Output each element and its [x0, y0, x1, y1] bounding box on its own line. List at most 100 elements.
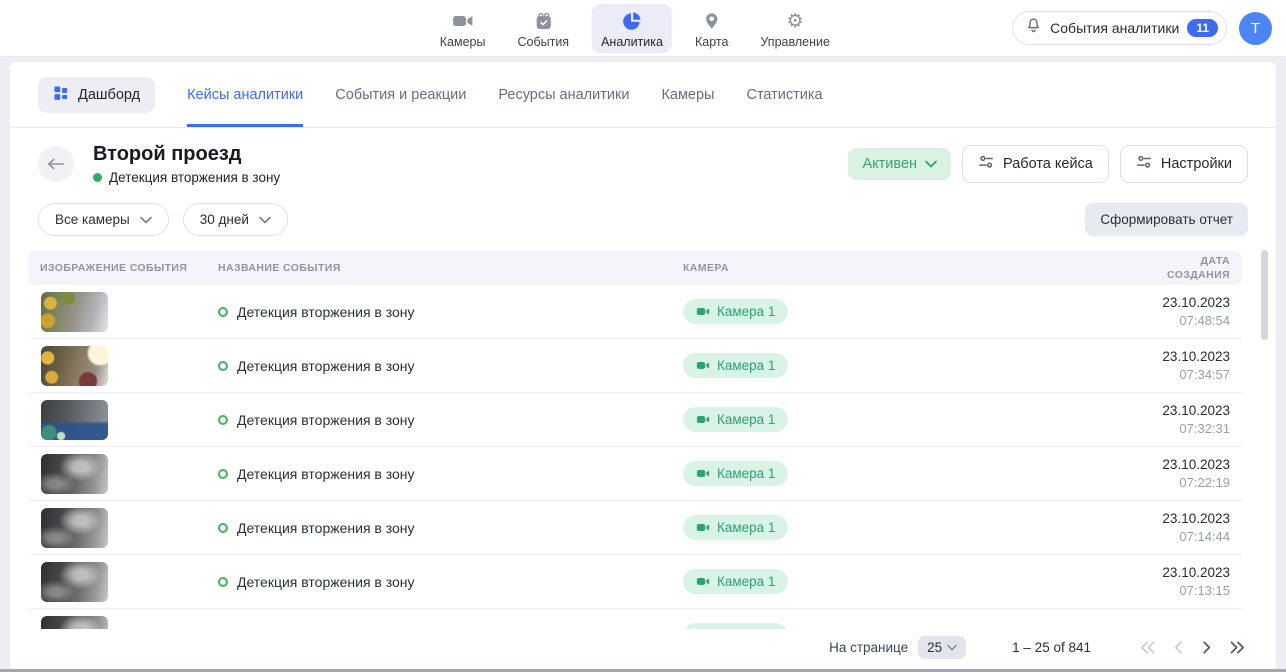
- bell-icon: [1025, 16, 1042, 40]
- topnav-item-map[interactable]: Карта: [686, 4, 737, 53]
- table-row[interactable]: Детекция вторжения в зонуКамера 123.10.2…: [28, 339, 1242, 393]
- pager-controls: [1139, 641, 1246, 654]
- camera-cell: Камера 1: [683, 353, 1140, 378]
- event-name: Детекция вторжения в зону: [237, 358, 415, 374]
- per-page-select[interactable]: 25: [918, 636, 966, 659]
- page-range-label: 1 – 25 of 841: [1012, 640, 1091, 655]
- event-name-cell: Детекция вторжения в зону: [218, 520, 683, 536]
- table-row[interactable]: Детекция вторжения в зонуКамера 123.10.2…: [28, 393, 1242, 447]
- event-thumbnail-cell: [40, 508, 218, 548]
- table-row[interactable]: Детекция вторжения в зонуКамера 123.10.2…: [28, 447, 1242, 501]
- pagination-footer: На странице 25 1 – 25 of 841: [10, 629, 1276, 669]
- camera-badge[interactable]: Камера 1: [683, 461, 788, 486]
- case-actions: Активен Работа кейса Настройки: [848, 145, 1248, 183]
- pie-chart-icon: [621, 9, 643, 33]
- table-row[interactable]: Детекция вторжения в зонуКамера 123.10.2…: [28, 285, 1242, 339]
- camera-badge[interactable]: Камера 1: [683, 299, 788, 324]
- topnav-item-label: События: [517, 35, 569, 49]
- table-row[interactable]: Детекция вторжения в зону Камера 1 23.10.2…: [28, 555, 1242, 609]
- table-row[interactable]: Детекция вторжения в зону Камера 1 23.10.2…: [28, 501, 1242, 555]
- user-avatar[interactable]: T: [1239, 12, 1272, 45]
- analytics-events-label: События аналитики: [1050, 20, 1179, 36]
- event-time: 07:34:57: [1140, 367, 1230, 382]
- last-page-button[interactable]: [1229, 641, 1246, 654]
- event-status-ring-icon: [218, 307, 228, 317]
- analytics-events-button[interactable]: События аналитики 11: [1012, 11, 1227, 45]
- video-camera-icon: [452, 9, 474, 33]
- tab-statistics[interactable]: Статистика: [746, 62, 822, 127]
- case-header: Второй проезд Детекция вторжения в зону …: [10, 143, 1276, 185]
- camera-badge[interactable]: Камера 1: [683, 407, 788, 432]
- topnav-item-cameras[interactable]: Камеры: [431, 4, 495, 53]
- prev-page-button[interactable]: [1173, 641, 1184, 654]
- event-thumbnail[interactable]: [41, 454, 108, 494]
- topnav-item-management[interactable]: ⚙Управление: [751, 4, 839, 53]
- tab-events-and-reactions[interactable]: События и реакции: [335, 62, 466, 127]
- camera-cell: Камера 1: [683, 515, 1140, 540]
- back-button[interactable]: [38, 146, 74, 182]
- column-header-image: ИЗОБРАЖЕНИЕ СОБЫТИЯ: [40, 261, 218, 275]
- case-subtitle-label: Детекция вторжения в зону: [109, 170, 280, 185]
- settings-button[interactable]: Настройки: [1120, 145, 1248, 183]
- camera-name: Камера 1: [717, 358, 775, 373]
- event-name-cell: Детекция вторжения в зону: [218, 574, 683, 590]
- period-filter-label: 30 дней: [200, 212, 249, 227]
- cameras-filter-dropdown[interactable]: Все камеры: [38, 203, 169, 236]
- event-name-cell: Детекция вторжения в зону: [218, 304, 683, 320]
- dashboard-label: Дашборд: [78, 87, 140, 103]
- topnav-item-events[interactable]: События: [508, 4, 578, 53]
- topnav-items: Камеры События Аналитика Карта ⚙Управление: [431, 4, 839, 53]
- topnav-item-analytics[interactable]: Аналитика: [592, 4, 672, 53]
- tab-analytics-cases[interactable]: Кейсы аналитики: [187, 62, 303, 127]
- generate-report-button[interactable]: Сформировать отчет: [1085, 203, 1248, 236]
- camera-name: Камера 1: [717, 412, 775, 427]
- tabs-row: Дашборд Кейсы аналитики События и реакции…: [10, 62, 1276, 128]
- camera-icon: [696, 359, 710, 372]
- date-cell: 23.10.202307:32:31: [1140, 403, 1230, 436]
- camera-icon: [696, 467, 710, 480]
- period-filter-dropdown[interactable]: 30 дней: [183, 203, 288, 236]
- event-thumbnail-cell: [40, 562, 218, 602]
- event-name: Детекция вторжения в зону: [237, 574, 415, 590]
- grid-icon: [53, 85, 69, 105]
- event-thumbnail[interactable]: [41, 292, 108, 332]
- event-name: Детекция вторжения в зону: [237, 466, 415, 482]
- event-date: 23.10.2023: [1140, 511, 1230, 526]
- next-page-button[interactable]: [1201, 641, 1212, 654]
- camera-icon: [696, 305, 710, 318]
- case-work-label: Работа кейса: [1003, 156, 1093, 172]
- tabs-container: Кейсы аналитики События и реакции Ресурсы …: [187, 62, 823, 127]
- case-title: Второй проезд: [93, 143, 280, 166]
- vertical-scrollbar[interactable]: [1261, 250, 1268, 340]
- dashboard-button[interactable]: Дашборд: [38, 77, 155, 113]
- event-check-icon: [533, 9, 553, 33]
- first-page-button[interactable]: [1139, 641, 1156, 654]
- tab-analytics-resources[interactable]: Ресурсы аналитики: [498, 62, 629, 127]
- case-work-button[interactable]: Работа кейса: [962, 145, 1109, 183]
- status-label: Активен: [862, 156, 917, 172]
- table-rows: Детекция вторжения в зонуКамера 123.10.2…: [28, 285, 1242, 663]
- camera-icon: [696, 413, 710, 426]
- camera-name: Камера 1: [717, 466, 775, 481]
- status-dropdown[interactable]: Активен: [848, 148, 951, 180]
- event-thumbnail[interactable]: [41, 400, 108, 440]
- camera-name: Камера 1: [717, 520, 775, 535]
- settings-label: Настройки: [1161, 156, 1232, 172]
- date-cell: 23.10.202307:13:15: [1140, 565, 1230, 598]
- camera-badge[interactable]: Камера 1: [683, 353, 788, 378]
- sliders-icon: [978, 154, 994, 174]
- camera-name: Камера 1: [717, 574, 775, 589]
- filter-row: Все камеры 30 дней Сформировать отчет: [10, 203, 1276, 236]
- tab-cameras[interactable]: Камеры: [661, 62, 714, 127]
- case-subtitle: Детекция вторжения в зону: [93, 170, 280, 185]
- event-status-ring-icon: [218, 415, 228, 425]
- per-page-label: На странице: [829, 640, 908, 655]
- event-thumbnail[interactable]: [41, 508, 108, 548]
- camera-badge[interactable]: Камера 1: [683, 515, 788, 540]
- event-thumbnail[interactable]: [41, 562, 108, 602]
- event-thumbnail[interactable]: [41, 346, 108, 386]
- column-header-camera: КАМЕРА: [683, 261, 1140, 275]
- camera-badge[interactable]: Камера 1: [683, 569, 788, 594]
- event-thumbnail-cell: [40, 292, 218, 332]
- camera-cell: Камера 1: [683, 299, 1140, 324]
